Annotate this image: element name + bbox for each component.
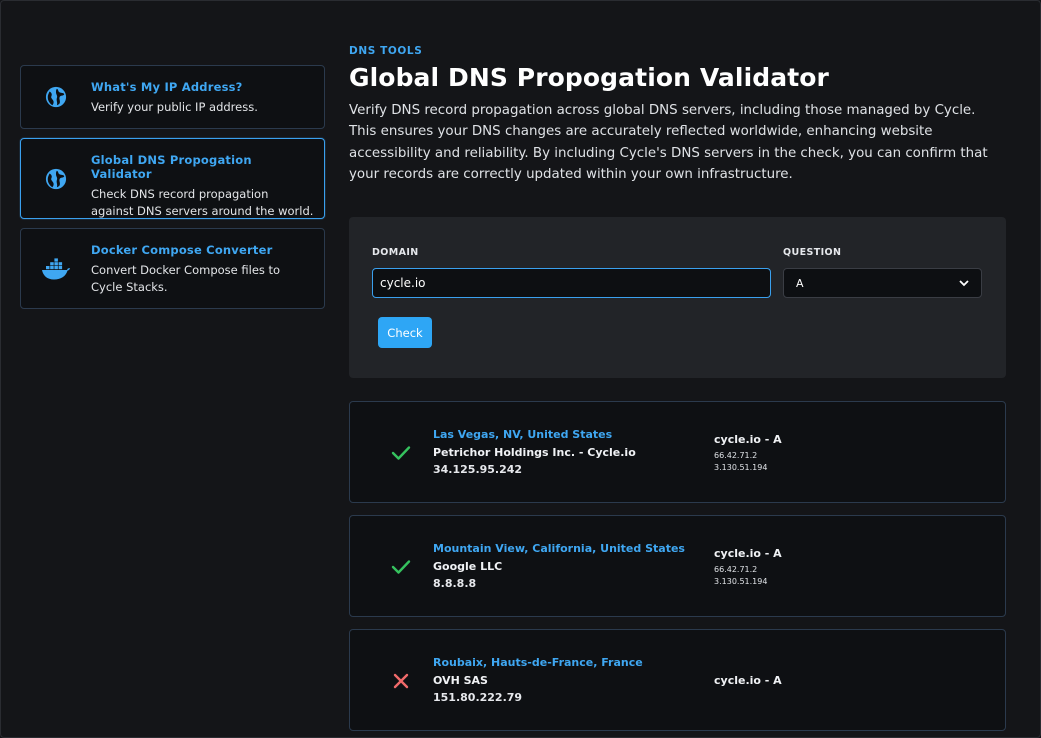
result-location: Roubaix, Hauts-de-France, France xyxy=(433,656,643,669)
main-content: DNS TOOLS Global DNS Propogation Validat… xyxy=(349,45,1006,731)
result-server-ip: 151.80.222.79 xyxy=(433,691,523,704)
sidebar-item-docker-compose-converter[interactable]: Docker Compose Converter Convert Docker … xyxy=(20,228,325,309)
question-select[interactable]: A xyxy=(783,268,982,298)
result-organization: Google LLC xyxy=(433,560,503,573)
sidebar-item-title: What's My IP Address? xyxy=(91,80,243,94)
question-label: QUESTION xyxy=(783,247,842,258)
result-query: cycle.io - A xyxy=(714,674,782,687)
sidebar-item-dns-validator[interactable]: Global DNS Propogation Validator Check D… xyxy=(20,138,325,219)
result-location: Mountain View, California, United States xyxy=(433,542,685,555)
sidebar-item-description: Convert Docker Compose files to Cycle St… xyxy=(91,263,281,294)
result-server-ip: 8.8.8.8 xyxy=(433,577,477,590)
section-eyebrow: DNS TOOLS xyxy=(349,45,423,57)
results-list: Las Vegas, NV, United States Petrichor H… xyxy=(349,401,1006,737)
page-description: Verify DNS record propagation across glo… xyxy=(349,103,988,182)
result-answer: 3.130.51.194 xyxy=(714,577,768,586)
result-query: cycle.io - A xyxy=(714,433,782,446)
question-select-value: A xyxy=(796,276,804,290)
sidebar-item-title: Docker Compose Converter xyxy=(91,243,273,257)
result-location: Las Vegas, NV, United States xyxy=(433,428,613,441)
result-card: Roubaix, Hauts-de-France, France OVH SAS… xyxy=(349,629,1006,731)
result-card: Las Vegas, NV, United States Petrichor H… xyxy=(349,401,1006,503)
sidebar-item-title: Global DNS Propogation Validator xyxy=(91,153,252,181)
dns-query-form: DOMAIN QUESTION A Check xyxy=(349,217,1006,378)
globe-icon xyxy=(21,139,91,218)
domain-input[interactable] xyxy=(372,268,771,298)
result-query: cycle.io - A xyxy=(714,547,782,560)
sidebar: What's My IP Address? Verify your public… xyxy=(20,65,325,318)
result-answers: 66.42.71.2 3.130.51.194 xyxy=(714,450,767,474)
check-button[interactable]: Check xyxy=(378,317,432,348)
sidebar-item-description: Verify your public IP address. xyxy=(91,100,258,114)
docker-icon xyxy=(21,229,91,308)
close-icon xyxy=(390,670,412,692)
app-window: What's My IP Address? Verify your public… xyxy=(0,0,1041,738)
globe-icon xyxy=(21,66,91,128)
result-answer: 3.130.51.194 xyxy=(714,463,768,472)
result-organization: Petrichor Holdings Inc. - Cycle.io xyxy=(433,446,636,459)
page-title: Global DNS Propogation Validator xyxy=(349,63,829,92)
result-answer: 66.42.71.2 xyxy=(714,451,758,460)
result-organization: OVH SAS xyxy=(433,674,488,687)
checkmark-icon xyxy=(390,442,412,464)
result-server-ip: 34.125.95.242 xyxy=(433,463,523,476)
result-answer: 66.42.71.2 xyxy=(714,565,758,574)
checkmark-icon xyxy=(390,556,412,578)
chevron-down-icon xyxy=(959,277,969,290)
sidebar-item-description: Check DNS record propagation against DNS… xyxy=(91,187,314,218)
sidebar-item-whats-my-ip[interactable]: What's My IP Address? Verify your public… xyxy=(20,65,325,129)
result-answers: 66.42.71.2 3.130.51.194 xyxy=(714,564,767,588)
domain-label: DOMAIN xyxy=(372,247,419,258)
result-card: Mountain View, California, United States… xyxy=(349,515,1006,617)
